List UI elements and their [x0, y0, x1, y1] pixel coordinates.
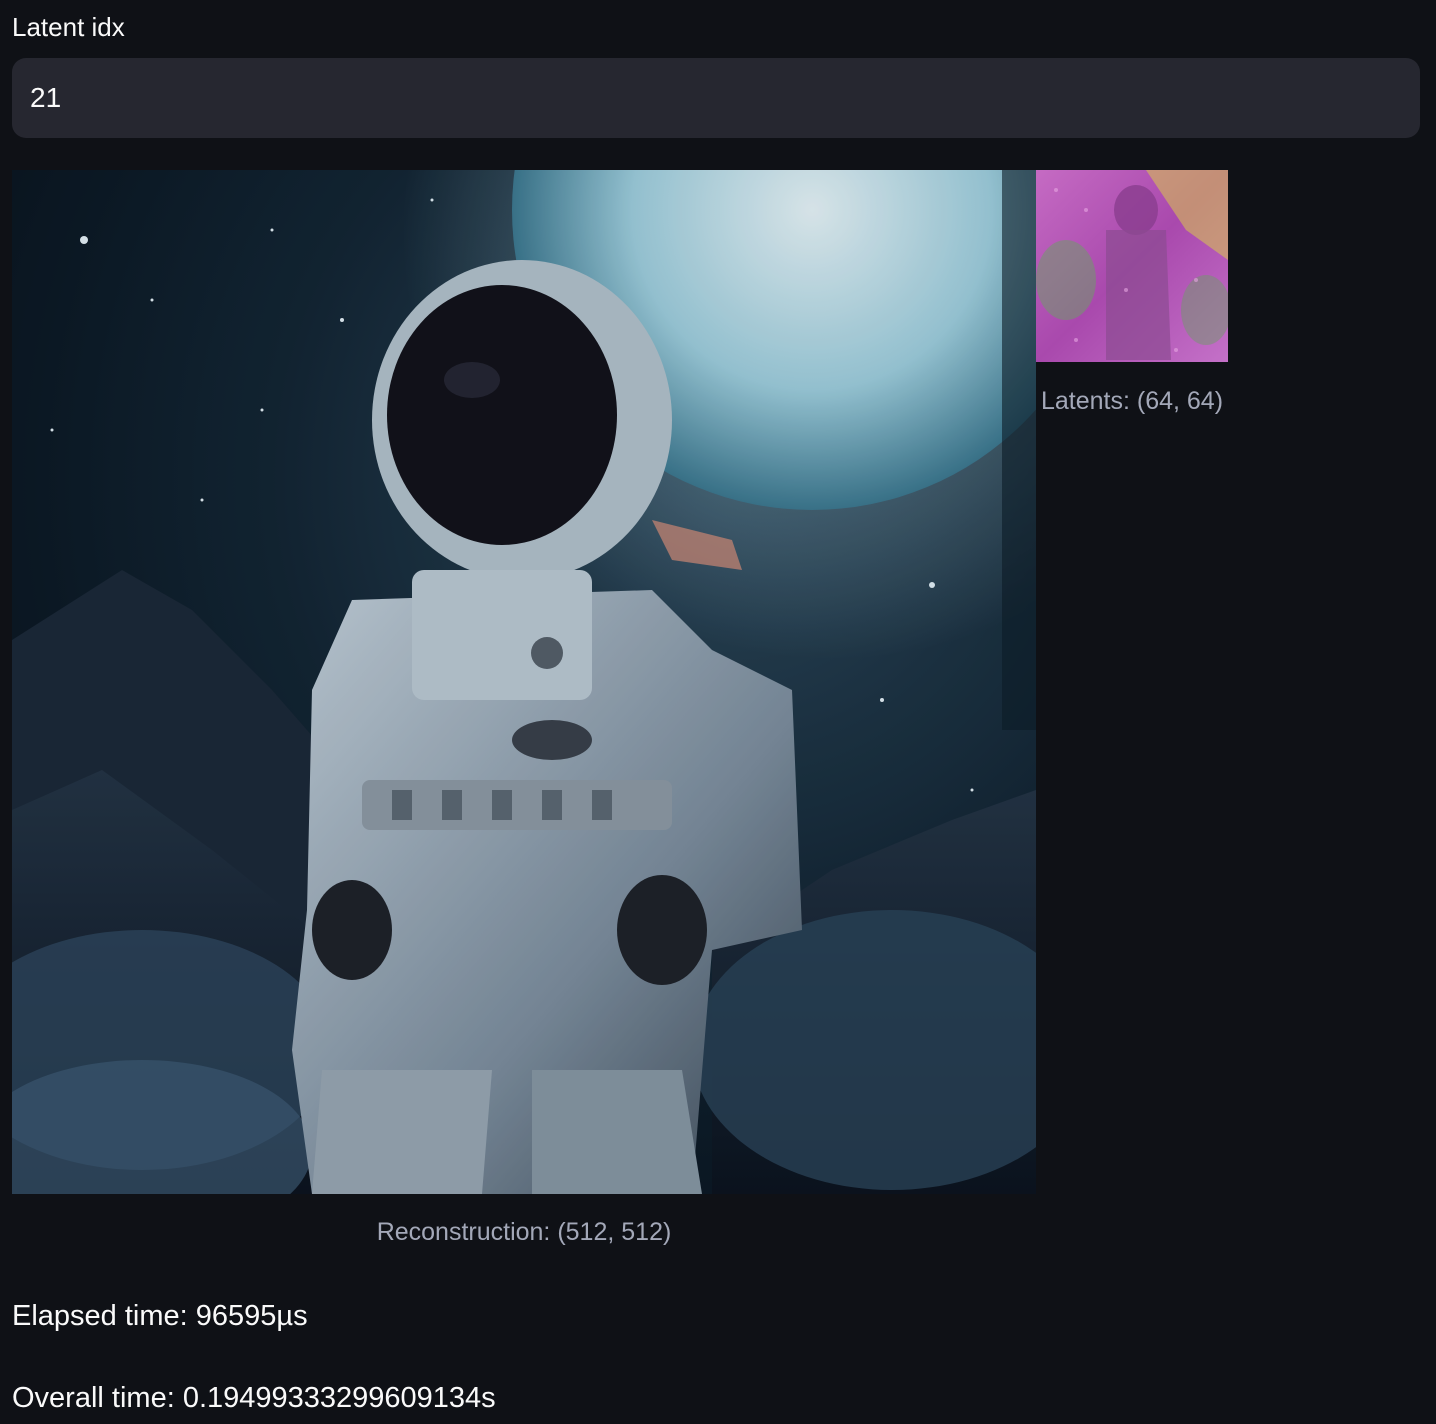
latents-visualization	[1036, 170, 1228, 362]
latent-idx-input[interactable]	[12, 58, 1420, 138]
latent-idx-label: Latent idx	[12, 12, 125, 42]
reconstruction-image	[12, 170, 1036, 1194]
reconstruction-caption: Reconstruction: (512, 512)	[376, 1218, 672, 1246]
latents-caption: Latents: (64, 64)	[1040, 387, 1224, 415]
elapsed-time-text: Elapsed time: 96595µs	[12, 1300, 308, 1332]
overall-time-text: Overall time: 0.19499333299609134s	[12, 1382, 496, 1414]
latents-image	[1036, 170, 1228, 362]
app-page: Latent idx 21 Reconstruction: (512, 512)…	[0, 0, 1436, 1424]
astronaut-illustration	[12, 170, 1036, 1194]
